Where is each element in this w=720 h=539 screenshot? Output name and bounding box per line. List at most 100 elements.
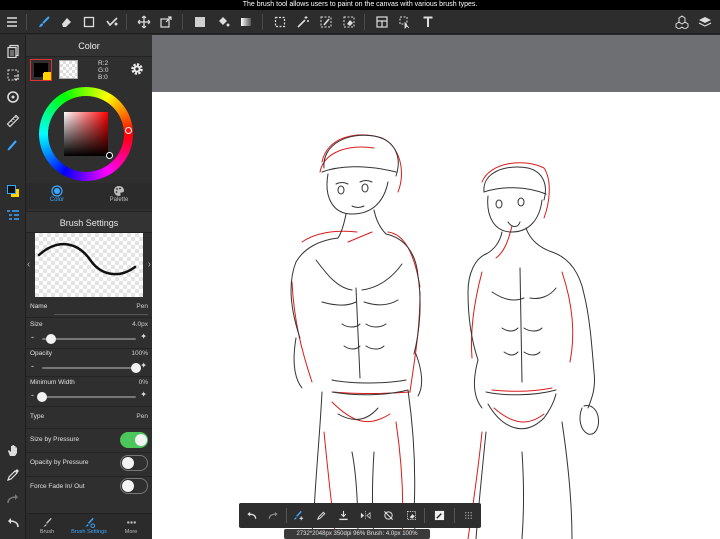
eraser-tool-icon[interactable] [56,12,76,32]
tab-palette-label: Palette [109,197,129,203]
undo-icon[interactable] [3,513,23,533]
blur-tool-icon[interactable] [102,12,122,32]
color-wheel[interactable] [39,87,133,181]
toggle-dot [122,457,134,469]
quick-colorpicker-icon[interactable] [431,507,447,523]
section-divider [26,317,152,318]
snap-pen-icon[interactable] [3,135,23,155]
type-value[interactable]: Pen [136,413,148,420]
color-tabs: Color Palette [26,183,152,209]
name-label: Name [30,303,48,310]
gradient-tool-icon[interactable] [236,12,256,32]
size-label: Size [30,321,43,328]
color-knob[interactable] [106,152,113,159]
type-label: Type [30,413,45,420]
left-rail [0,35,26,539]
g-value: G:0 [98,67,109,74]
color-swatch-row: R:2 G:0 B:0 [26,57,152,85]
size-track [42,338,136,340]
force-fade-toggle[interactable] [120,478,148,494]
quick-flip-icon[interactable] [357,507,373,523]
redo-icon[interactable] [3,489,23,509]
size-knob[interactable] [46,334,57,344]
toggle-dot [122,480,134,492]
min-width-value: 0% [138,379,148,386]
transform-tool-icon[interactable] [156,12,176,32]
size-slider[interactable]: - ✦ [30,332,148,344]
sketch-drawing[interactable] [152,92,720,539]
next-brush-chevron-icon[interactable]: › [148,259,151,270]
ruler-icon[interactable] [3,111,23,131]
tab-color[interactable]: Color [26,185,88,207]
brush-settings-title: Brush Settings [26,211,152,233]
prev-brush-chevron-icon[interactable]: ‹ [27,259,30,270]
hue-knob[interactable] [125,127,132,134]
transparent-swatch[interactable] [59,60,78,79]
select-eraser-icon[interactable] [339,12,359,32]
rotate-icon[interactable] [3,87,23,107]
brush-tool-icon[interactable] [34,12,54,32]
quick-grid-icon[interactable] [460,507,476,523]
toolbar-divider [26,14,27,30]
bar-divider [286,508,287,523]
bar-divider [454,508,455,523]
main-color-swatch[interactable] [30,59,52,81]
eyedropper-icon[interactable] [3,465,23,485]
canvas-info-bar: 2732*2048px 350dpi 96% Brush: 4.0px 100% [284,529,430,539]
hand-tool-icon[interactable] [3,441,23,461]
tab-color-label: Color [49,197,65,203]
color-settings-gear-icon[interactable] [129,61,145,77]
saturation-value-square[interactable] [64,112,108,156]
move-tool-icon[interactable] [134,12,154,32]
size-increase-icon[interactable]: ✦ [140,332,147,341]
fill-tool-icon[interactable] [190,12,210,32]
b-value: B:0 [98,74,108,81]
quick-redo-icon[interactable] [265,507,281,523]
min-width-increase-icon[interactable]: ✦ [140,390,147,399]
opacity-by-pressure-toggle[interactable] [120,455,148,471]
opacity-decrease-icon[interactable]: - [31,361,34,371]
frame-divider-icon[interactable] [372,12,392,32]
brush-list-icon[interactable] [3,205,23,225]
quick-eyedropper-icon[interactable] [313,507,329,523]
opacity-slider[interactable]: - ✦ [30,361,148,373]
min-width-knob[interactable] [37,392,47,402]
section-divider [26,428,152,429]
min-width-slider[interactable]: - ✦ [30,390,148,402]
toggle-dot [135,434,147,446]
quick-brush-icon[interactable] [290,507,306,523]
size-decrease-icon[interactable]: - [31,332,34,342]
select-pen-icon[interactable] [316,12,336,32]
select-tool-icon[interactable] [270,12,290,32]
size-by-pressure-toggle[interactable] [120,432,148,448]
app-root: The brush tool allows users to paint on … [0,0,720,539]
tab-more[interactable]: More [110,517,152,535]
text-tool-icon[interactable] [418,12,438,32]
tab-more-label: More [124,529,138,535]
magic-wand-icon[interactable] [293,12,313,32]
min-width-decrease-icon[interactable]: - [31,390,34,400]
toolbar-divider [262,14,263,30]
materials-icon[interactable] [672,12,692,32]
toolbar-divider [364,14,365,30]
pages-icon[interactable] [3,41,23,61]
color-panel-icon[interactable] [3,181,23,201]
quick-save-icon[interactable] [335,507,351,523]
tab-brush[interactable]: Brush [26,517,68,535]
opacity-label: Opacity [30,350,53,357]
menu-icon[interactable] [2,12,22,32]
section-divider [26,476,152,477]
bucket-tool-icon[interactable] [213,12,233,32]
toolbar-divider [182,14,183,30]
select-layer-icon[interactable] [3,65,23,85]
quick-select-eraser-icon[interactable] [403,507,419,523]
opacity-increase-icon[interactable]: ✦ [140,361,147,370]
quick-rotate-reset-icon[interactable] [380,507,396,523]
layers-icon[interactable] [695,12,715,32]
quick-undo-icon[interactable] [243,507,259,523]
tab-brush-settings[interactable]: Brush Settings [68,517,110,535]
shape-tool-icon[interactable] [79,12,99,32]
operation-tool-icon[interactable] [395,12,415,32]
tab-palette[interactable]: Palette [88,185,150,207]
name-value[interactable]: Pen [136,303,148,310]
